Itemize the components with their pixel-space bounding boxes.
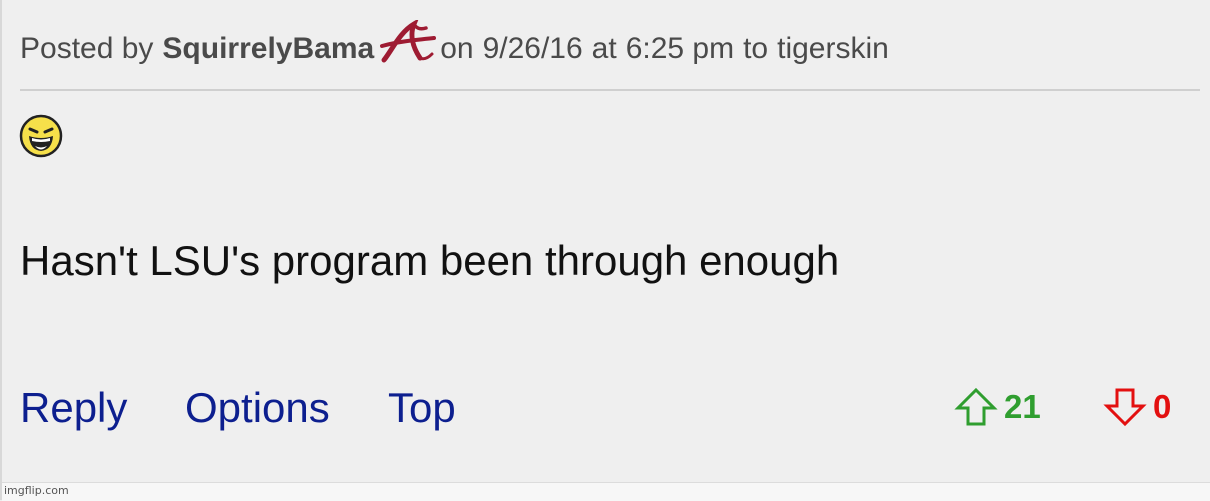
post-body-text: Hasn't LSU's program been through enough [20,237,840,284]
down-arrow-icon [1103,388,1147,427]
poster-username-link[interactable]: SquirrelyBama [162,32,374,66]
top-link[interactable]: Top [388,384,456,432]
upvote-count: 21 [1004,388,1041,425]
to-prefix: to [743,32,769,65]
reply-link[interactable]: Reply [20,384,127,432]
downvote-count: 0 [1153,388,1172,425]
post-time: 6:25 pm [625,32,735,65]
options-link[interactable]: Options [185,384,330,432]
laughing-emoji-icon [19,114,63,158]
upvote-button[interactable]: 21 [954,387,1041,426]
header-divider [20,89,1200,91]
time-prefix: at [591,32,617,65]
downvote-button[interactable]: 0 [1103,388,1172,427]
imgflip-watermark: imgflip.com [4,484,69,497]
forum-post: Posted by SquirrelyBama on 9/26/16 at 6:… [0,0,1210,501]
up-arrow-icon [954,387,998,426]
reply-to-user-link[interactable]: tigerskin [777,32,889,66]
post-date: 9/26/16 [482,32,583,65]
alabama-script-a-icon [380,18,437,64]
post-header: Posted by SquirrelyBama on 9/26/16 at 6:… [20,18,889,71]
date-prefix: on [440,32,474,65]
footer-divider [2,482,1210,501]
posted-by-label: Posted by [20,32,154,65]
